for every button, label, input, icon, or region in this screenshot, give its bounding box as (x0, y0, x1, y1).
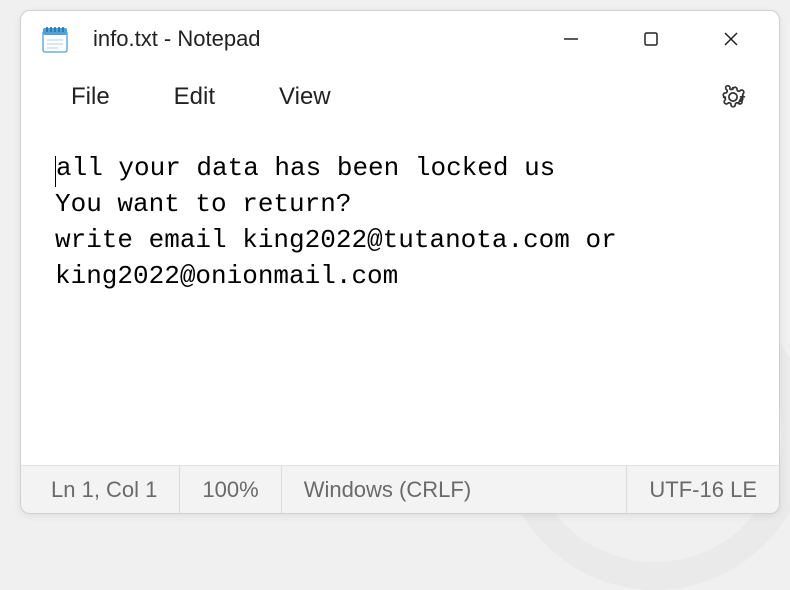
editor-content: all your data has been locked us You wan… (55, 153, 632, 291)
status-encoding: UTF-16 LE (626, 466, 779, 513)
status-position: Ln 1, Col 1 (21, 466, 179, 513)
statusbar: Ln 1, Col 1 100% Windows (CRLF) UTF-16 L… (21, 465, 779, 513)
notepad-icon (41, 25, 69, 53)
maximize-button[interactable] (611, 11, 691, 67)
window-controls (531, 11, 771, 67)
titlebar: info.txt - Notepad (21, 11, 779, 67)
window-title: info.txt - Notepad (93, 26, 261, 52)
settings-button[interactable] (709, 73, 757, 121)
notepad-window: info.txt - Notepad File Edit View all yo… (20, 10, 780, 514)
menu-file[interactable]: File (43, 75, 138, 119)
text-caret (55, 156, 56, 187)
menu-view[interactable]: View (251, 75, 359, 119)
gear-icon (720, 84, 746, 110)
status-line-ending: Windows (CRLF) (281, 466, 627, 513)
menu-edit[interactable]: Edit (146, 75, 243, 119)
menubar: File Edit View (21, 67, 779, 127)
status-zoom[interactable]: 100% (179, 466, 280, 513)
close-button[interactable] (691, 11, 771, 67)
text-editor[interactable]: all your data has been locked us You wan… (21, 127, 779, 465)
minimize-button[interactable] (531, 11, 611, 67)
